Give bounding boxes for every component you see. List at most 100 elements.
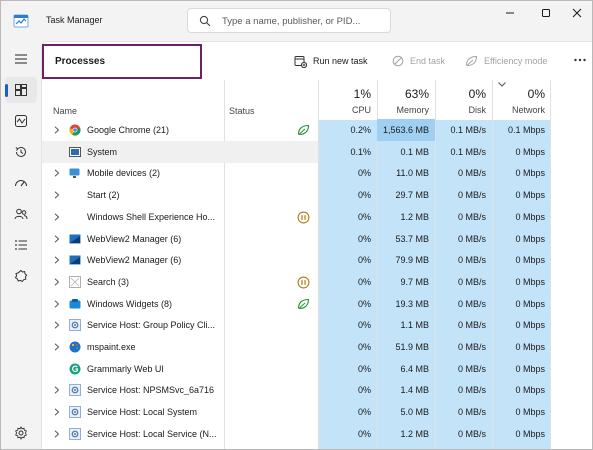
service-host-icon bbox=[69, 319, 81, 332]
expand-chevron-icon[interactable] bbox=[54, 408, 60, 416]
memory-cell: 1.2 MB bbox=[377, 423, 429, 445]
process-row[interactable]: Service Host: Group Policy Cli... 0% 1.1 M… bbox=[42, 314, 550, 336]
expand-chevron-icon[interactable] bbox=[54, 234, 60, 243]
nav-settings[interactable] bbox=[5, 420, 37, 446]
process-name-cell: System bbox=[42, 140, 318, 163]
process-row[interactable]: WebView2 Manager (6) 0% 79.9 MB 0 MB/s 0 Mbp… bbox=[42, 249, 550, 271]
disk-value: 0 MB/s bbox=[457, 385, 486, 396]
process-row[interactable]: Start (2) 0% 29.7 MB 0 MB/s 0 Mbps bbox=[42, 184, 550, 206]
cpu-value: 0% bbox=[357, 298, 371, 309]
minimize-button[interactable] bbox=[494, 4, 526, 22]
process-row[interactable]: Google Chrome (21) 0.2% 1,563.6 MB 0.1 MB/s… bbox=[42, 119, 550, 141]
cpu-cell: 0% bbox=[318, 401, 371, 423]
process-row[interactable]: Service Host: NPSMSvc_6a716 0% 1.4 MB 0 MB/… bbox=[42, 379, 550, 401]
search-box[interactable] bbox=[187, 8, 391, 33]
cpu-value: 0% bbox=[357, 342, 371, 352]
cpu-value: 0% bbox=[357, 211, 371, 222]
process-row[interactable]: Windows Widgets (8) 0% 19.3 MB 0 MB/s 0 Mbps bbox=[42, 293, 550, 315]
widgets-icon bbox=[69, 298, 81, 310]
network-value: 0 Mbps bbox=[515, 255, 545, 266]
process-row[interactable]: Grammarly Web UI 0% 6.4 MB 0 MB/s 0 Mbps bbox=[42, 358, 550, 380]
maximize-button[interactable] bbox=[530, 4, 562, 22]
process-name-cell: WebView2 Manager (6) bbox=[42, 228, 318, 250]
memory-value: 19.3 MB bbox=[395, 298, 429, 309]
expand-chevron-icon[interactable] bbox=[54, 191, 60, 199]
suspended-icon bbox=[297, 276, 310, 289]
processes-panel: Processes Run new task End task Efficien… bbox=[41, 41, 592, 449]
expand-chevron-icon[interactable] bbox=[54, 256, 60, 264]
memory-column-header[interactable]: 63% Memory bbox=[377, 80, 429, 120]
chrome-icon bbox=[69, 124, 81, 136]
expand-chevron-icon[interactable] bbox=[54, 386, 60, 394]
expand-chevron-icon[interactable] bbox=[54, 321, 60, 329]
service-host-icon bbox=[69, 427, 81, 440]
expand-chevron-icon[interactable] bbox=[54, 126, 60, 134]
nav-startup-apps[interactable] bbox=[5, 170, 37, 196]
end-task-button[interactable]: End task bbox=[392, 53, 445, 69]
network-cell: 0 Mbps bbox=[492, 293, 545, 315]
nav-processes[interactable] bbox=[5, 77, 37, 103]
process-row[interactable]: Service Host: Local System 0% 5.0 MB 0 MB/s… bbox=[42, 401, 550, 423]
memory-cell: 1.2 MB bbox=[377, 206, 429, 228]
process-row[interactable]: System 0.1% 0.1 MB 0.1 MB/s 0 Mbps bbox=[42, 140, 550, 163]
memory-value: 5.0 MB bbox=[400, 407, 429, 418]
cpu-value: 0% bbox=[357, 363, 371, 374]
grammarly-icon bbox=[69, 363, 81, 375]
process-name-cell: Service Host: Local System bbox=[42, 401, 318, 423]
disk-column-header[interactable]: 0% Disk bbox=[435, 80, 487, 120]
network-value: 0 Mbps bbox=[515, 168, 545, 179]
process-row[interactable]: Mobile devices (2) 0% 11.0 MB 0 MB/s 0 Mbps bbox=[42, 162, 550, 184]
cpu-column-header[interactable]: 1% CPU bbox=[318, 80, 371, 120]
process-row[interactable]: Windows Shell Experience Ho... 0% 1.2 MB 0 … bbox=[42, 206, 550, 228]
efficiency-mode-button[interactable]: Efficiency mode bbox=[465, 53, 547, 69]
network-value: 0 Mbps bbox=[515, 363, 545, 374]
expand-chevron-icon[interactable] bbox=[54, 278, 60, 286]
memory-value: 29.7 MB bbox=[395, 190, 429, 201]
network-value: 0 Mbps bbox=[515, 276, 545, 287]
memory-cell: 6.4 MB bbox=[377, 358, 429, 380]
close-button[interactable] bbox=[561, 4, 593, 22]
process-name: Mobile devices (2) bbox=[87, 168, 161, 179]
expand-chevron-icon[interactable] bbox=[54, 300, 60, 308]
expand-chevron-icon[interactable] bbox=[54, 169, 60, 177]
more-options-icon[interactable] bbox=[573, 55, 587, 65]
disk-cell: 0.1 MB/s bbox=[435, 119, 486, 141]
cpu-value: 0% bbox=[357, 276, 371, 287]
page-title: Processes bbox=[55, 56, 106, 67]
memory-cell: 19.3 MB bbox=[377, 293, 429, 315]
startup-apps-icon bbox=[15, 180, 27, 187]
nav-app-history[interactable] bbox=[5, 139, 37, 165]
nav-details[interactable] bbox=[5, 232, 37, 258]
process-name-cell: Mobile devices (2) bbox=[42, 162, 318, 184]
network-value: 0 Mbps bbox=[515, 407, 545, 418]
network-value: 0 Mbps bbox=[515, 298, 545, 309]
disk-total-percent: 0% bbox=[468, 87, 486, 101]
name-column-header[interactable]: Name bbox=[53, 106, 77, 116]
network-cell: 0 Mbps bbox=[492, 379, 545, 401]
disk-cell: 0 MB/s bbox=[435, 379, 486, 401]
process-row[interactable]: WebView2 Manager (6) 0% 53.7 MB 0 MB/s 0 Mbp… bbox=[42, 228, 550, 250]
nav-users[interactable] bbox=[5, 201, 37, 227]
nav-performance[interactable] bbox=[5, 108, 37, 134]
process-row[interactable]: Service Host: Local Service (N... 0% 1.2 M… bbox=[42, 423, 550, 445]
efficiency-leaf-icon bbox=[297, 124, 310, 136]
search-icon bbox=[199, 15, 211, 27]
memory-value: 11.0 MB bbox=[396, 168, 429, 179]
app-history-icon bbox=[15, 146, 26, 157]
nav-menu-button[interactable] bbox=[5, 46, 37, 72]
process-row[interactable]: Search (3) 0% 9.7 MB 0 MB/s 0 Mbps bbox=[42, 271, 550, 293]
memory-cell: 79.9 MB bbox=[377, 249, 429, 271]
disk-value: 0 MB/s bbox=[457, 233, 486, 244]
expand-chevron-icon[interactable] bbox=[54, 430, 60, 438]
cpu-header-label: CPU bbox=[351, 105, 371, 115]
nav-services[interactable] bbox=[5, 263, 37, 289]
disk-value: 0 MB/s bbox=[457, 363, 486, 374]
status-column-header[interactable]: Status bbox=[229, 106, 255, 116]
network-value: 0 Mbps bbox=[515, 342, 545, 352]
expand-chevron-icon[interactable] bbox=[54, 213, 60, 221]
expand-chevron-icon[interactable] bbox=[54, 343, 60, 351]
task-manager-app-icon bbox=[13, 14, 29, 28]
process-row[interactable]: mspaint.exe 0% 51.9 MB 0 MB/s 0 Mbps bbox=[42, 336, 550, 358]
search-input[interactable] bbox=[222, 12, 386, 30]
run-new-task-button[interactable]: Run new task bbox=[294, 53, 368, 69]
